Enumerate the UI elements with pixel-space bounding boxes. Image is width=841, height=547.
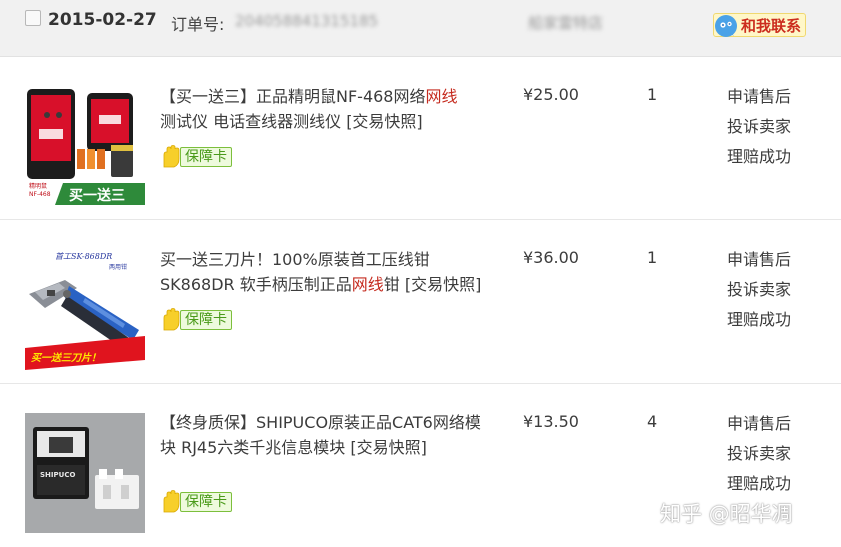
contact-seller-label: 和我联系	[741, 16, 802, 35]
product-title-text: 【买一送三】正品精明鼠NF-468网络	[160, 87, 426, 106]
guarantee-card-label: 保障卡	[180, 310, 232, 330]
thumb-brand-text: SHIPUCO	[40, 471, 75, 479]
thumb-banner-text: 买一送三刀片！	[31, 352, 101, 364]
apply-after-sales-link[interactable]: 申请售后	[727, 409, 791, 439]
product-thumbnail[interactable]: SHIPUCO	[25, 413, 145, 533]
guarantee-card-badge[interactable]: 保障卡	[160, 490, 232, 514]
product-title-link[interactable]: 【买一送三】正品精明鼠NF-468网络网线测试仪 电话查线器测线仪 [交易快照]	[160, 84, 492, 134]
complain-seller-link[interactable]: 投诉卖家	[727, 112, 791, 142]
product-title-link[interactable]: 买一送三刀片！100%原装首工压线钳SK868DR 软手柄压制正品网线钳 [交易…	[160, 247, 492, 297]
guarantee-card-badge[interactable]: 保障卡	[160, 145, 232, 169]
hand-shield-icon	[160, 490, 182, 514]
claim-success-link[interactable]: 理赔成功	[727, 305, 791, 335]
chat-bubble-icon	[715, 15, 737, 37]
product-title-text-tail: 钳	[383, 275, 400, 294]
product-thumbnail[interactable]: 首工SK-868DR 两用钳 买一送三刀片！	[25, 250, 145, 370]
order-date: 2015-02-27	[48, 10, 157, 30]
watermark: 知乎 @昭华凋	[660, 502, 793, 526]
claim-success-link[interactable]: 理赔成功	[727, 142, 791, 172]
thumb-brand-text: 首工SK-868DR	[55, 252, 112, 261]
contact-seller-button[interactable]: 和我联系	[713, 13, 807, 37]
quantity: 1	[647, 85, 658, 104]
cable-tester-image: 精明鼠 NF-468 买一送三	[25, 85, 145, 205]
guarantee-card-label: 保障卡	[180, 492, 232, 512]
complain-seller-link[interactable]: 投诉卖家	[727, 275, 791, 305]
apply-after-sales-link[interactable]: 申请售后	[727, 82, 791, 112]
trade-snapshot-link[interactable]: [交易快照]	[405, 275, 482, 294]
order-number-label: 订单号:	[171, 15, 225, 34]
unit-price: ¥25.00	[523, 85, 579, 104]
product-title-text-tail: 测试仪 电话查线器测线仪	[160, 112, 342, 131]
thumb-model-text: NF-468	[29, 191, 51, 198]
unit-price: ¥13.50	[523, 412, 579, 431]
guarantee-card-label: 保障卡	[180, 147, 232, 167]
product-title-link[interactable]: 【终身质保】SHIPUCO原装正品CAT6网络模块 RJ45六类千兆信息模块 […	[160, 410, 492, 460]
order-header: 2015-02-27 订单号: 204058841315185 船家雷特店 和我…	[0, 0, 841, 57]
trade-snapshot-link[interactable]: [交易快照]	[350, 438, 427, 457]
order-number: 204058841315185	[235, 12, 379, 30]
guarantee-card-badge[interactable]: 保障卡	[160, 308, 232, 332]
quantity: 4	[647, 412, 658, 431]
thumb-brand-text: 精明鼠	[29, 182, 47, 190]
product-title-text: 【终身质保】SHIPUCO原装正品CAT6网络模块 RJ45六类千兆信息模块	[160, 413, 481, 457]
item-actions: 申请售后 投诉卖家 理赔成功	[727, 409, 791, 499]
order-select-checkbox[interactable]	[25, 10, 41, 26]
hand-shield-icon	[160, 308, 182, 332]
product-title-highlight: 网线	[425, 87, 458, 106]
item-actions: 申请售后 投诉卖家 理赔成功	[727, 245, 791, 335]
item-actions: 申请售后 投诉卖家 理赔成功	[727, 82, 791, 172]
product-title-highlight: 网线	[351, 275, 384, 294]
crimping-tool-image: 首工SK-868DR 两用钳 买一送三刀片！	[25, 250, 145, 370]
seller-name[interactable]: 船家雷特店	[528, 12, 603, 33]
complain-seller-link[interactable]: 投诉卖家	[727, 439, 791, 469]
product-thumbnail[interactable]: 精明鼠 NF-468 买一送三	[25, 85, 145, 205]
hand-shield-icon	[160, 145, 182, 169]
order-item-row: 精明鼠 NF-468 买一送三 【买一送三】正品精明鼠NF-468网络网线测试仪…	[0, 57, 841, 220]
order-item-row: 首工SK-868DR 两用钳 买一送三刀片！ 买一送三刀片！100%原装首工压线…	[0, 220, 841, 384]
network-module-image: SHIPUCO	[25, 413, 145, 533]
trade-snapshot-link[interactable]: [交易快照]	[346, 112, 423, 131]
thumb-banner-text: 买一送三	[69, 187, 125, 204]
unit-price: ¥36.00	[523, 248, 579, 267]
quantity: 1	[647, 248, 658, 267]
claim-success-link[interactable]: 理赔成功	[727, 469, 791, 499]
thumb-model-text: 两用钳	[109, 263, 127, 271]
apply-after-sales-link[interactable]: 申请售后	[727, 245, 791, 275]
